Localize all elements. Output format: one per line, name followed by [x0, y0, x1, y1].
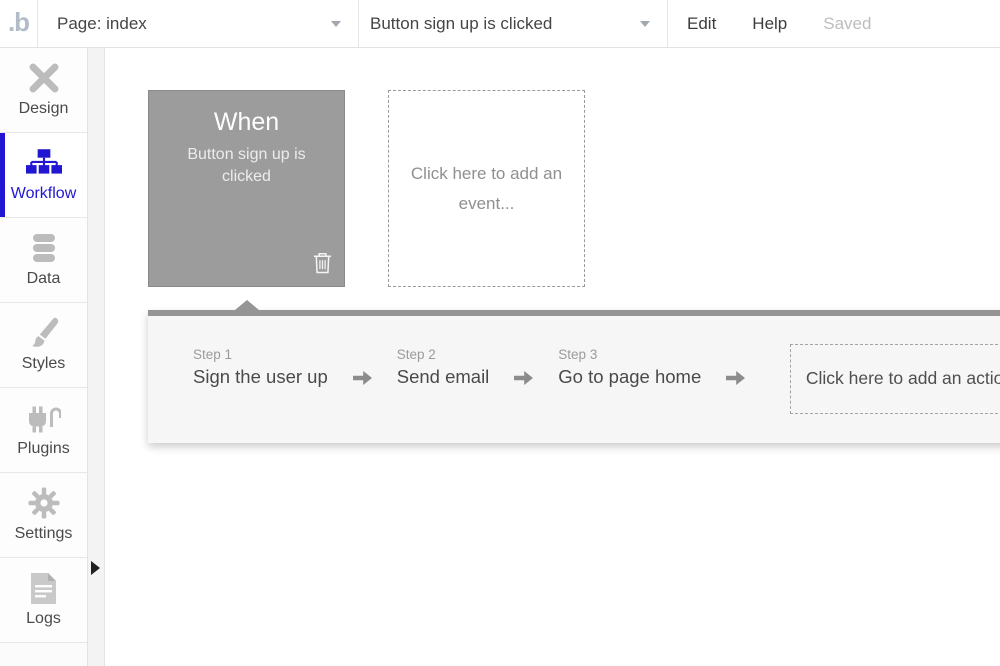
sidebar-item-label: Styles [21, 355, 66, 372]
sidebar-item-label: Settings [14, 525, 73, 542]
workflow-selector-dropdown[interactable]: Button sign up is clicked [359, 0, 668, 47]
sidebar-item-logs[interactable]: Logs [0, 558, 87, 643]
action-step-1[interactable]: Step 1 Sign the user up [193, 347, 328, 388]
chevron-down-icon [331, 20, 341, 27]
edit-menu-item[interactable]: Edit [687, 14, 716, 34]
step-action-name: Go to page home [558, 366, 702, 387]
database-icon [29, 232, 59, 264]
arrow-right-icon [514, 370, 534, 386]
add-event-label: Click here to add an event... [410, 163, 563, 213]
add-action-label: Click here to add an action... [805, 368, 1000, 388]
sidebar-item-workflow[interactable]: Workflow [0, 133, 87, 218]
chevron-down-icon [640, 20, 650, 27]
plug-icon [27, 402, 61, 434]
sidebar-item-label: Data [26, 270, 61, 287]
sidebar-item-label: Logs [26, 610, 61, 627]
design-tools-icon [28, 62, 60, 94]
event-card-subtitle: Button sign up is clicked [187, 146, 306, 186]
sitemap-icon [25, 147, 62, 179]
sidebar-item-design[interactable]: Design [0, 48, 87, 133]
step-number-label: Step 1 [193, 347, 233, 362]
sidebar-item-label: Plugins [17, 440, 70, 457]
trash-icon[interactable] [312, 251, 333, 279]
step-action-name: Sign the user up [193, 366, 328, 387]
sidebar-item-label: Design [18, 100, 69, 117]
top-toolbar: .b Page: index Button sign up is clicked… [0, 0, 1000, 48]
save-status: Saved [823, 13, 872, 33]
action-panel: Step 1 Sign the user up Step 2 Send emai… [148, 300, 1000, 443]
bubble-logo-text: .b [7, 6, 30, 37]
add-action-box[interactable]: Click here to add an action... [790, 343, 1000, 414]
arrow-right-icon [352, 370, 372, 386]
step-number-label: Step 2 [396, 347, 436, 362]
sidebar-item-plugins[interactable]: Plugins [0, 388, 87, 473]
add-event-box[interactable]: Click here to add an event... [388, 90, 585, 287]
page-selector-dropdown[interactable]: Page: index [38, 0, 359, 47]
step-action-name: Send email [396, 366, 490, 387]
sidebar-item-settings[interactable]: Settings [0, 473, 87, 558]
page-selector-value: Page: index [57, 13, 147, 33]
workflow-selector-value: Button sign up is clicked [370, 13, 553, 33]
top-menu: Edit Help Saved [668, 0, 907, 47]
sidebar-item-data[interactable]: Data [0, 218, 87, 303]
sidebar: Design Workflow Data Styles Plugins Sett… [0, 48, 88, 666]
step-number-label: Step 3 [558, 347, 598, 362]
event-card-title: When [213, 108, 280, 136]
paintbrush-icon [28, 317, 60, 349]
sidebar-gutter [88, 48, 105, 666]
action-steps-row: Step 1 Sign the user up Step 2 Send emai… [148, 316, 1000, 443]
gear-icon [28, 487, 60, 519]
sidebar-item-label: Workflow [10, 185, 77, 202]
action-step-3[interactable]: Step 3 Go to page home [558, 347, 701, 388]
arrow-right-icon [726, 370, 746, 386]
panel-notch [235, 300, 259, 310]
bubble-logo[interactable]: .b [0, 0, 38, 47]
document-icon [30, 572, 57, 604]
event-card-selected[interactable]: When Button sign up is clicked [148, 90, 345, 287]
action-step-2[interactable]: Step 2 Send email [397, 347, 490, 388]
sidebar-item-styles[interactable]: Styles [0, 303, 87, 388]
help-menu-item[interactable]: Help [752, 14, 787, 34]
workflow-canvas: When Button sign up is clicked Click her… [105, 48, 1000, 666]
expand-pane-arrow-icon[interactable] [91, 561, 100, 575]
